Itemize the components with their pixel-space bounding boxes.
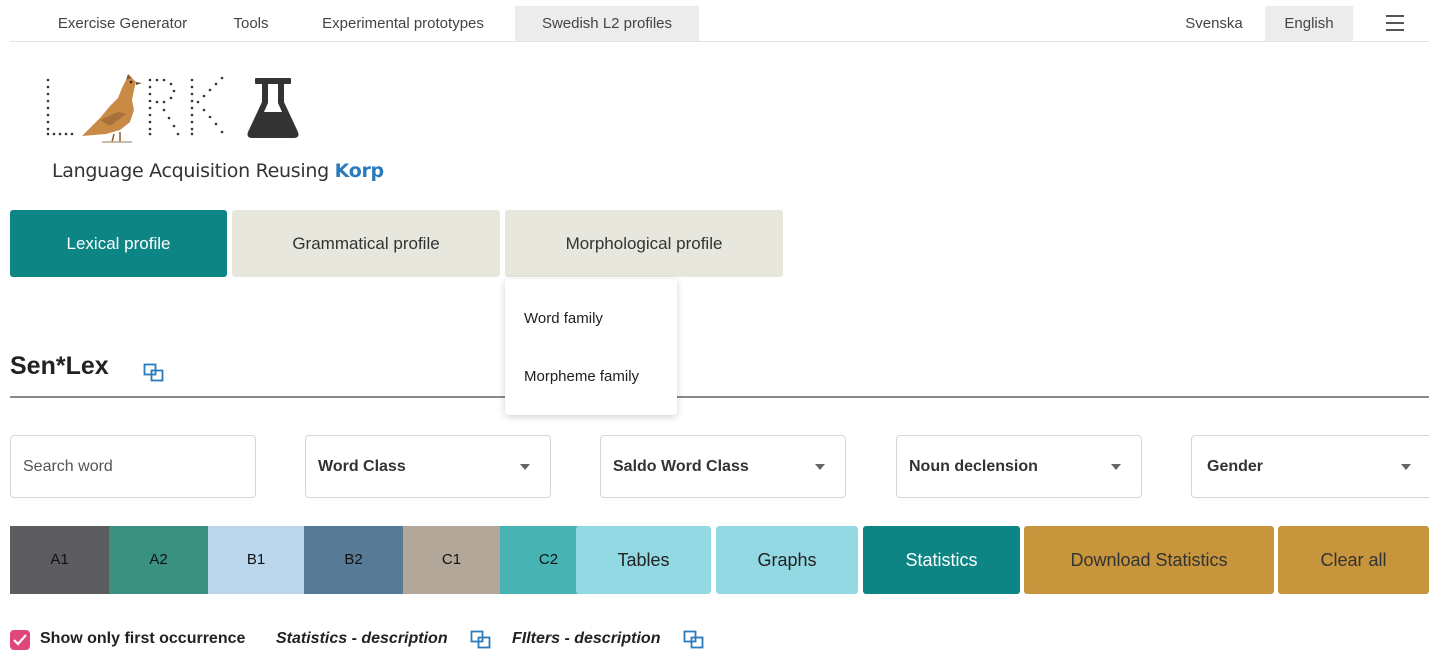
search-input[interactable] [11,436,255,497]
show-first-occurrence-label[interactable]: Show only first occurrence [40,630,245,648]
lark-bird-icon [82,74,142,143]
nav-exercise-generator[interactable]: Exercise Generator [40,6,205,41]
hamburger-icon[interactable] [1380,6,1416,41]
top-nav: Exercise Generator Tools Experimental pr… [10,6,1429,42]
lang-svenska[interactable]: Svenska [1168,6,1260,41]
saldo-word-class-select[interactable]: Saldo Word Class [600,435,846,498]
statistics-button[interactable]: Statistics [863,526,1020,594]
section-title: Sen*Lex [10,352,109,380]
nav-tools[interactable]: Tools [219,6,283,41]
level-b2[interactable]: B2 [304,526,403,594]
flask-icon [247,78,299,138]
tab-morphological-profile[interactable]: Morphological profile [505,210,783,277]
noun-declension-select[interactable]: Noun declension [896,435,1142,498]
menu-item-word-family[interactable]: Word family [524,310,603,327]
filters-description-label: FIlters - description [512,630,661,647]
nav-swedish-l2-profiles[interactable]: Swedish L2 profiles [515,6,699,41]
tagline-korp[interactable]: Korp [335,160,385,182]
level-c1[interactable]: C1 [403,526,500,594]
gender-select[interactable]: Gender [1191,435,1429,498]
lark-logo [40,70,340,150]
chevron-down-icon [815,464,825,470]
external-link-icon[interactable] [143,363,165,388]
chevron-down-icon [1401,464,1411,470]
clear-all-button[interactable]: Clear all [1278,526,1429,594]
word-class-select[interactable]: Word Class [305,435,551,498]
show-first-occurrence-checkbox[interactable] [10,630,30,650]
tagline-prefix: Language Acquisition Reusing [52,160,335,182]
morphological-profile-menu: Word family Morpheme family [505,279,677,415]
download-statistics-button[interactable]: Download Statistics [1024,526,1274,594]
logo-letter-k [190,76,224,136]
menu-item-morpheme-family[interactable]: Morpheme family [524,368,639,385]
level-a1[interactable]: A1 [10,526,109,594]
search-field [10,435,256,498]
gender-label: Gender [1207,458,1264,475]
level-a2[interactable]: A2 [109,526,208,594]
tab-lexical-profile[interactable]: Lexical profile [10,210,227,277]
nav-experimental-prototypes[interactable]: Experimental prototypes [297,6,509,41]
tab-grammatical-profile[interactable]: Grammatical profile [232,210,500,277]
logo-letter-r [148,78,180,136]
statistics-description-label: Statistics - description [276,630,448,647]
saldo-word-class-label: Saldo Word Class [613,458,749,475]
logo-letter-l [46,78,74,136]
logo-tagline: Language Acquisition Reusing Korp [52,160,384,182]
tables-button[interactable]: Tables [576,526,711,594]
lang-english[interactable]: English [1265,6,1353,41]
level-b1[interactable]: B1 [208,526,304,594]
chevron-down-icon [520,464,530,470]
chevron-down-icon [1111,464,1121,470]
checkmark-icon [13,634,27,646]
section-divider [10,396,1429,398]
noun-declension-label: Noun declension [909,458,1038,475]
external-link-icon[interactable] [683,630,705,655]
external-link-icon[interactable] [470,630,492,655]
graphs-button[interactable]: Graphs [716,526,858,594]
word-class-label: Word Class [318,458,406,475]
